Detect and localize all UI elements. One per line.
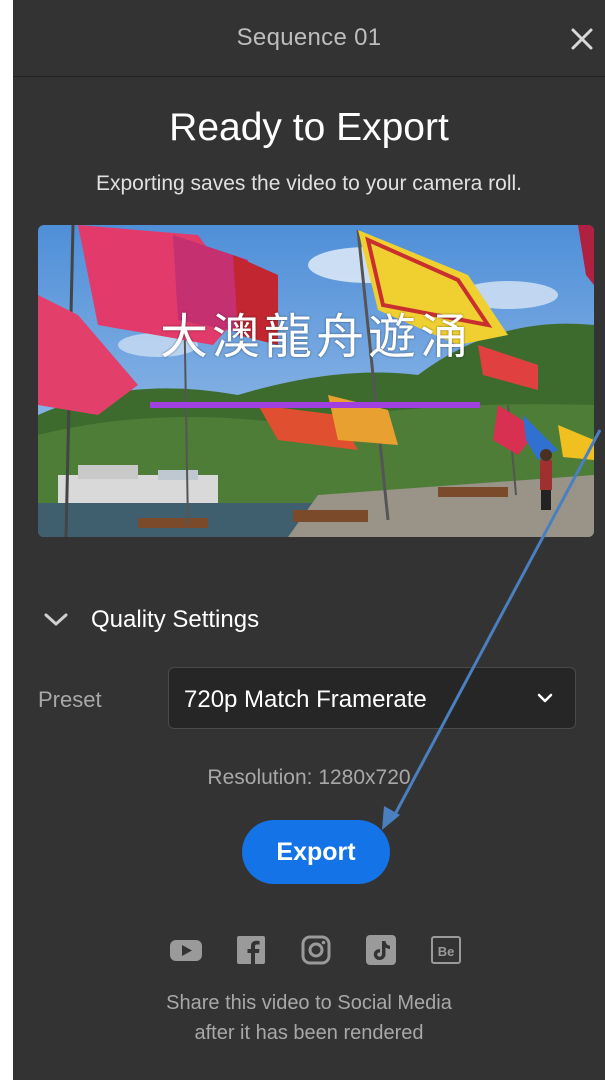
youtube-icon[interactable] [168,932,204,968]
share-info-text: Share this video to Social Media after i… [13,988,605,1048]
tiktok-icon[interactable] [363,932,399,968]
preset-label: Preset [38,687,102,712]
quality-settings-toggle[interactable]: Quality Settings [41,600,259,640]
video-caption: 大澳龍舟遊涌 [159,309,472,365]
export-button[interactable]: Export [242,820,390,884]
close-icon [571,28,593,50]
close-button[interactable] [567,24,597,54]
share-info-line2: after it has been rendered [194,1022,424,1044]
quality-settings-label: Quality Settings [91,606,260,633]
share-info-line1: Share this video to Social Media [166,992,452,1014]
facebook-icon[interactable] [233,932,269,968]
video-preview: 大澳龍舟遊涌 [38,225,594,537]
social-share-icons: Be [13,932,605,968]
export-panel: Sequence 01 Ready to Export Exporting sa… [13,0,605,1080]
chevron-down-icon [44,613,68,626]
instagram-icon[interactable] [298,932,334,968]
top-bar: Sequence 01 [13,0,605,77]
page-title: Ready to Export [169,106,449,149]
svg-text:Be: Be [438,944,455,959]
sequence-title: Sequence 01 [236,24,382,51]
behance-icon[interactable]: Be [428,932,464,968]
chevron-down-icon [537,693,553,703]
preview-image [38,225,594,537]
preset-value: 720p Match Framerate [184,686,427,713]
resolution-text: Resolution: 1280x720 [207,766,411,789]
page-subtitle: Exporting saves the video to your camera… [95,172,523,195]
preset-dropdown[interactable]: 720p Match Framerate [168,667,576,729]
